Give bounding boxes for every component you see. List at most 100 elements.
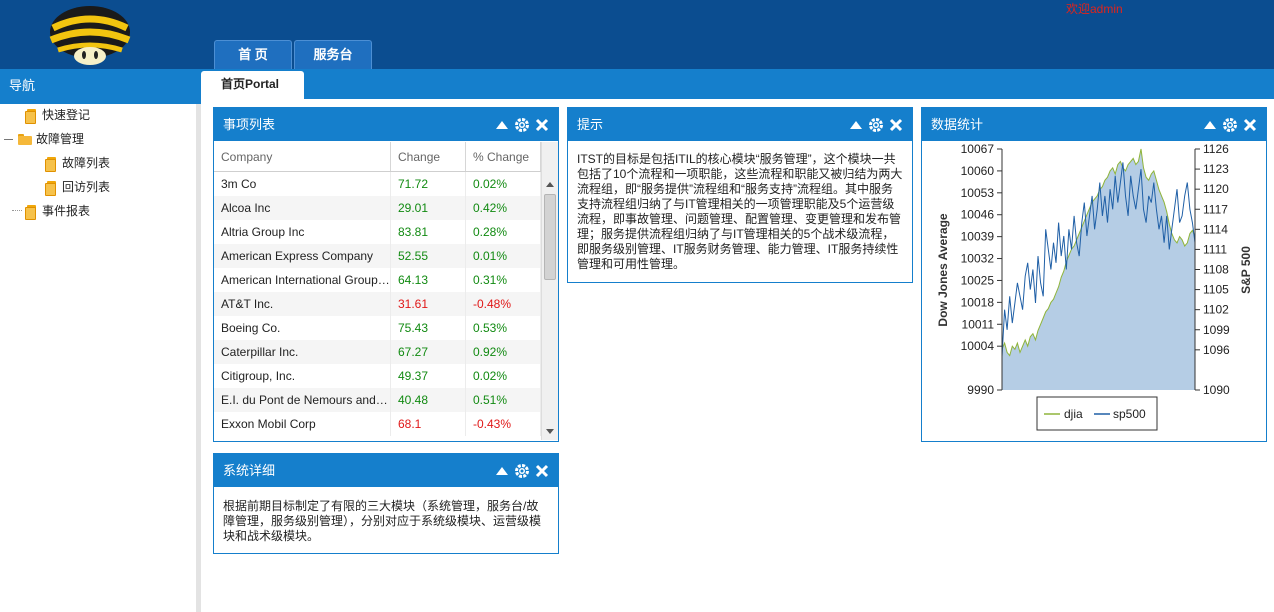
- tab-service-desk[interactable]: 服务台: [294, 40, 372, 69]
- grid-header: Company Change % Change: [214, 142, 558, 172]
- close-icon[interactable]: [888, 117, 904, 133]
- right-tick-label: 1099: [1203, 323, 1230, 337]
- close-icon[interactable]: [1242, 117, 1258, 133]
- tips-text: ITST的目标是包括ITIL的核心模块“服务管理”，这个模块一共包括了10个流程…: [577, 152, 903, 271]
- cell-company: American Express Company: [214, 244, 391, 268]
- panel-header: 提示: [568, 108, 912, 141]
- panel-header: 系统详细: [214, 454, 558, 487]
- collapse-icon[interactable]: [1202, 117, 1218, 133]
- right-tick-label: 1123: [1203, 162, 1229, 176]
- cell-change: 52.55: [391, 244, 466, 268]
- table-row[interactable]: Alcoa Inc 29.01 0.42%: [214, 196, 558, 220]
- right-tick-label: 1096: [1203, 343, 1230, 357]
- table-row[interactable]: Citigroup, Inc. 49.37 0.02%: [214, 364, 558, 388]
- gear-icon[interactable]: [514, 117, 530, 133]
- nav-item-event-report[interactable]: 事件报表: [24, 201, 90, 221]
- cell-pct-change: -0.48%: [466, 292, 541, 316]
- cell-change: 75.43: [391, 316, 466, 340]
- scroll-up-icon[interactable]: [546, 182, 554, 187]
- tab-portal[interactable]: 首页Portal: [201, 71, 304, 99]
- table-row[interactable]: E.I. du Pont de Nemours and Company40.48…: [214, 388, 558, 412]
- table-row[interactable]: Caterpillar Inc. 67.27 0.92%: [214, 340, 558, 364]
- left-axis-title: Dow Jones Average: [936, 213, 950, 326]
- panel-title: 提示: [577, 117, 604, 132]
- cell-change: 31.61: [391, 292, 466, 316]
- nav-item-quick-register[interactable]: 快速登记: [24, 105, 90, 125]
- document-icon: [24, 108, 38, 124]
- cell-change: 71.72: [391, 172, 466, 196]
- right-tick-label: 1117: [1203, 202, 1228, 216]
- tab-home[interactable]: 首 页: [214, 40, 292, 69]
- app-header: 欢迎admin 首 页 服务台: [0, 0, 1274, 69]
- left-tick-label: 10053: [961, 186, 995, 200]
- cell-change: 83.81: [391, 220, 466, 244]
- panel-item-list: 事项列表 Company Change % Change 3m Co 71.72 0…: [213, 107, 559, 442]
- nav-item-fault-management[interactable]: 故障管理: [4, 129, 84, 149]
- nav-item-fault-list[interactable]: 故障列表: [44, 153, 110, 173]
- gear-icon[interactable]: [1222, 117, 1238, 133]
- close-icon[interactable]: [534, 463, 550, 479]
- cell-pct-change: 0.51%: [466, 388, 541, 412]
- cell-company: Citigroup, Inc.: [214, 364, 391, 388]
- table-row[interactable]: American International Group, Inc. 64.13 0…: [214, 268, 558, 292]
- cell-change: 29.01: [391, 196, 466, 220]
- left-tick-label: 10011: [962, 317, 995, 331]
- panel-statistics: 数据统计 10067 10060 10053 10046 10039 10032 10025…: [921, 107, 1267, 442]
- collapse-icon[interactable]: [494, 117, 510, 133]
- table-row[interactable]: Exxon Mobil Corp 68.1 -0.43%: [214, 412, 558, 436]
- column-header-company[interactable]: Company: [214, 142, 391, 171]
- gear-icon[interactable]: [868, 117, 884, 133]
- left-tick-label: 10025: [961, 273, 995, 287]
- collapse-icon[interactable]: [494, 463, 510, 479]
- right-axis-title: S&P 500: [1239, 246, 1253, 294]
- close-icon[interactable]: [534, 117, 550, 133]
- cell-company: Caterpillar Inc.: [214, 340, 391, 364]
- grid-scrollbar[interactable]: [541, 142, 558, 440]
- cell-company: American International Group, Inc.: [214, 268, 391, 292]
- document-icon: [24, 204, 38, 220]
- cell-pct-change: 0.92%: [466, 340, 541, 364]
- right-tick-label: 1108: [1203, 263, 1229, 277]
- left-tick-label: 10032: [961, 252, 995, 266]
- details-text: 根据前期目标制定了有限的三大模块（系统管理，服务台/故障管理，服务级别管理），分…: [223, 499, 542, 543]
- column-header-change[interactable]: Change: [391, 142, 466, 171]
- scroll-down-icon[interactable]: [546, 429, 554, 434]
- panel-system-details: 系统详细 根据前期目标制定了有限的三大模块（系统管理，服务台/故障管理，服务级别…: [213, 453, 559, 554]
- legend-djia-label: djia: [1064, 407, 1083, 421]
- right-tick-label: 1114: [1203, 222, 1228, 236]
- right-tick-label: 1111: [1203, 242, 1227, 256]
- nav-item-label: 事件报表: [42, 204, 91, 218]
- welcome-text: 欢迎admin: [1066, 2, 1123, 16]
- gear-icon[interactable]: [514, 463, 530, 479]
- nav-item-revisit-list[interactable]: 回访列表: [44, 177, 110, 197]
- cell-pct-change: 0.01%: [466, 244, 541, 268]
- table-row[interactable]: AT&T Inc. 31.61 -0.48%: [214, 292, 558, 316]
- right-tick-label: 1126: [1203, 142, 1229, 156]
- table-row[interactable]: Boeing Co. 75.43 0.53%: [214, 316, 558, 340]
- folder-icon: [18, 132, 32, 146]
- scroll-thumb[interactable]: [544, 194, 556, 280]
- table-row[interactable]: 3m Co 71.72 0.02%: [214, 172, 558, 196]
- cell-change: 68.1: [391, 412, 466, 436]
- cell-pct-change: 0.02%: [466, 364, 541, 388]
- cell-change: 64.13: [391, 268, 466, 292]
- right-tick-label: 1120: [1203, 182, 1229, 196]
- right-tick-label: 1102: [1203, 303, 1229, 317]
- table-row[interactable]: Altria Group Inc 83.81 0.28%: [214, 220, 558, 244]
- panel-header: 数据统计: [922, 108, 1266, 141]
- stats-chart: 10067 10060 10053 10046 10039 10032 10025 10018…: [936, 142, 1253, 431]
- collapse-toggle-icon[interactable]: [4, 138, 13, 140]
- cell-company: Altria Group Inc: [214, 220, 391, 244]
- table-row[interactable]: American Express Company 52.55 0.01%: [214, 244, 558, 268]
- nav-item-label: 故障列表: [62, 156, 111, 170]
- panel-title: 数据统计: [931, 117, 984, 132]
- nav-item-label: 故障管理: [36, 132, 85, 146]
- collapse-icon[interactable]: [848, 117, 864, 133]
- panel-title: 系统详细: [223, 463, 276, 478]
- cell-change: 67.27: [391, 340, 466, 364]
- column-header-pct-change[interactable]: % Change: [466, 142, 541, 171]
- document-icon: [44, 156, 58, 172]
- legend-sp500-label: sp500: [1113, 407, 1146, 421]
- left-tick-label: 9990: [967, 383, 994, 397]
- left-tick-label: 10018: [961, 295, 995, 309]
